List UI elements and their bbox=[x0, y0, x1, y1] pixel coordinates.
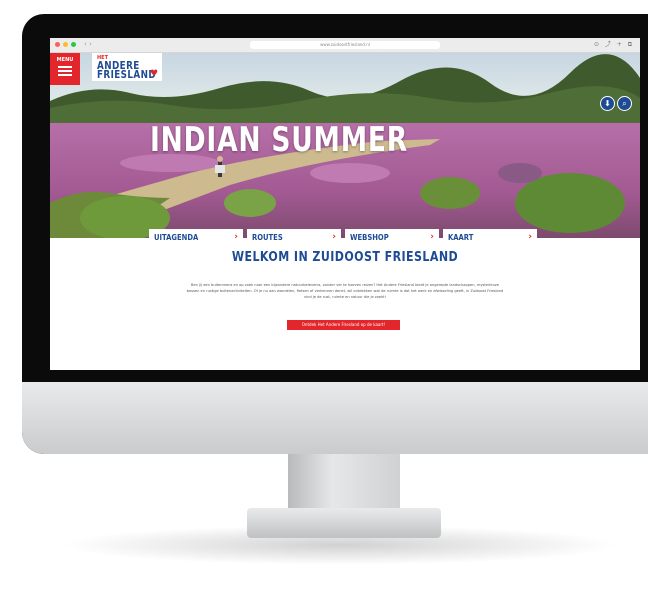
nav-kaart[interactable]: KAART › bbox=[443, 229, 537, 246]
search-icon: ⌕ bbox=[622, 99, 627, 108]
browser-nav-arrows-icon[interactable]: ‹ › bbox=[84, 40, 92, 49]
address-bar[interactable]: www.zuidoostfriesland.nl bbox=[250, 41, 440, 49]
nav-label: UITAGENDA bbox=[154, 233, 199, 242]
browser-screen: ‹ › www.zuidoostfriesland.nl ⊙ ⤴ + ⧉ MEN… bbox=[50, 38, 640, 370]
logo-text: ANDERE FRIESLAND bbox=[97, 60, 157, 81]
close-window-icon[interactable] bbox=[55, 42, 60, 47]
hero-title: INDIAN SUMMER bbox=[150, 120, 408, 160]
intro-text: Ben jij een buitenmens en op zoek naar e… bbox=[186, 283, 504, 299]
download-icon: ⬇ bbox=[604, 99, 611, 108]
nav-label: ROUTES bbox=[252, 233, 283, 242]
monitor-chin bbox=[22, 382, 648, 454]
nav-uitagenda[interactable]: UITAGENDA › bbox=[149, 229, 243, 246]
menu-label: MENU bbox=[56, 57, 74, 63]
nav-webshop[interactable]: WEBSHOP › bbox=[345, 229, 439, 246]
minimize-window-icon[interactable] bbox=[63, 42, 68, 47]
nav-routes[interactable]: ROUTES › bbox=[247, 229, 341, 246]
monitor-stand-neck bbox=[288, 454, 400, 512]
maximize-window-icon[interactable] bbox=[71, 42, 76, 47]
heart-icon: ♥ bbox=[150, 69, 159, 79]
chevron-right-icon: › bbox=[332, 232, 336, 242]
nav-label: WEBSHOP bbox=[350, 233, 389, 242]
chevron-right-icon: › bbox=[528, 232, 532, 242]
site-logo[interactable]: HET ANDERE FRIESLAND ♥ bbox=[92, 53, 162, 81]
chevron-right-icon: › bbox=[234, 232, 238, 242]
welcome-heading: WELKOM IN ZUIDOOST FRIESLAND bbox=[231, 250, 459, 265]
menu-button[interactable]: MENU bbox=[50, 53, 80, 85]
download-button[interactable]: ⬇ bbox=[600, 96, 615, 111]
hamburger-icon bbox=[58, 66, 72, 68]
search-button[interactable]: ⌕ bbox=[617, 96, 632, 111]
browser-toolbar-icons[interactable]: ⊙ ⤴ + ⧉ bbox=[594, 41, 634, 49]
nav-label: KAART bbox=[448, 233, 474, 242]
map-cta-button[interactable]: Ontdek Het Andere Friesland op de kaart! bbox=[287, 320, 400, 330]
chevron-right-icon: › bbox=[430, 232, 434, 242]
browser-toolbar: ‹ › www.zuidoostfriesland.nl ⊙ ⤴ + ⧉ bbox=[50, 38, 640, 53]
monitor-stand-base bbox=[247, 508, 441, 538]
logo-line-2: FRIESLAND bbox=[97, 68, 157, 81]
